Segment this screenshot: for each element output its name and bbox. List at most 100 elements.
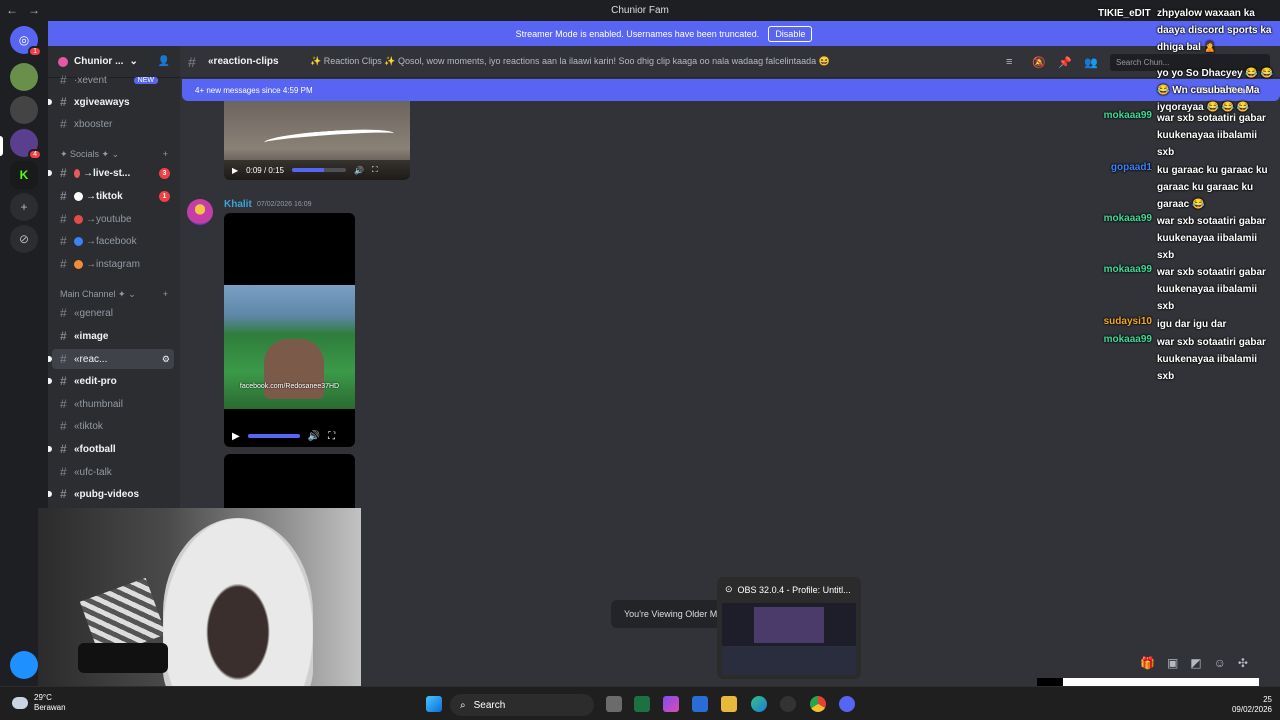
hash-icon: # — [188, 53, 196, 70]
channel-football[interactable]: # «football — [48, 439, 174, 459]
channel-label: «general — [74, 307, 113, 319]
mute-bell-icon[interactable]: 🔕 — [1032, 56, 1046, 69]
video-attachment[interactable] — [224, 454, 355, 514]
channel-topic[interactable]: ✨ Reaction Clips ✨ Qosol, wow moments, i… — [310, 56, 1010, 67]
hash-icon: # — [60, 212, 67, 226]
channel-ufc-talk[interactable]: # «ufc-talk — [52, 462, 174, 482]
obs-icon[interactable] — [780, 696, 796, 712]
explore-icon[interactable]: ⊘ — [10, 225, 38, 253]
channel-live-stream[interactable]: # →live-st... 3 — [48, 163, 174, 183]
disable-button[interactable]: Disable — [768, 25, 813, 42]
play-icon[interactable]: ▶ — [232, 166, 238, 175]
windows-start-icon[interactable] — [426, 696, 442, 712]
preview-scene — [754, 607, 824, 643]
add-member-icon[interactable]: 👤 — [158, 56, 170, 67]
channel-youtube[interactable]: # →youtube — [52, 209, 174, 229]
channel-instagram[interactable]: # →instagram — [52, 254, 174, 274]
channel-booster[interactable]: # xbooster — [52, 114, 174, 134]
add-server-icon[interactable]: + — [10, 193, 38, 221]
category-label: Main Channel ✦ — [60, 289, 126, 299]
file-explorer-icon[interactable] — [721, 696, 737, 712]
fullscreen-icon[interactable]: ⛶ — [328, 431, 335, 442]
add-channel-icon[interactable]: + — [163, 149, 168, 159]
apps-icon[interactable]: ✣ — [1238, 656, 1248, 670]
volume-icon[interactable]: 🔊 — [308, 431, 320, 442]
channel-giveaways[interactable]: # xgiveaways — [48, 92, 174, 112]
channel-facebook[interactable]: # →facebook — [52, 231, 174, 251]
mention-count: 1 — [159, 190, 170, 202]
video-attachment[interactable]: facebook.com/Redosanee37HD ▶ 🔊 ⛶ — [224, 213, 355, 447]
chat-message: war sxb sotaatiri gabar kuukenayaa iibal… — [1157, 337, 1266, 382]
hash-icon: # — [60, 257, 67, 271]
channel-thumbnail[interactable]: # «thumbnail — [52, 394, 174, 414]
chat-line: sudaysi10 igu dar igu dar — [1095, 316, 1280, 333]
weather-widget[interactable]: 29°C Berawan — [12, 693, 66, 713]
channel-tiktok[interactable]: # «tiktok — [52, 416, 174, 436]
channel-tiktok-social[interactable]: # →tiktok 1 — [52, 186, 174, 206]
circle-icon — [74, 191, 83, 201]
m365-icon[interactable] — [663, 696, 679, 712]
older-messages-toast[interactable]: You're Viewing Older M — [611, 600, 721, 628]
kick-server-icon[interactable]: K — [10, 161, 38, 189]
streamer-figure — [163, 518, 313, 690]
taskbar-search[interactable]: ⌕ Search — [450, 694, 594, 716]
volume-icon[interactable]: 🔊 — [354, 166, 364, 175]
server-name: Chunior ... — [74, 56, 124, 67]
unread-dot — [48, 491, 52, 497]
video-time: 0:09 / 0:15 — [246, 165, 284, 175]
edge-icon[interactable] — [751, 696, 767, 712]
avatar[interactable] — [187, 199, 213, 225]
chrome-icon[interactable] — [810, 696, 826, 712]
add-channel-icon[interactable]: + — [163, 289, 168, 299]
channel-pubg-videos[interactable]: # «pubg-videos — [48, 484, 174, 504]
channel-label: «pubg-videos — [74, 488, 140, 500]
hash-icon: # — [60, 397, 67, 411]
system-clock[interactable]: 25 09/02/2026 — [1232, 695, 1272, 715]
excel-icon[interactable] — [634, 696, 650, 712]
server-icon[interactable] — [10, 96, 38, 124]
chevron-down-icon: ⌄ — [129, 56, 138, 67]
hash-icon: # — [60, 465, 67, 479]
hash-icon: # — [60, 95, 67, 109]
video-progress-bar[interactable] — [291, 168, 346, 172]
sticker-icon[interactable]: ◩ — [1190, 656, 1201, 670]
task-view-icon[interactable] — [606, 696, 622, 712]
channel-label: «image — [74, 330, 109, 342]
hash-icon: # — [60, 352, 67, 366]
chat-username — [1095, 65, 1157, 116]
pin-icon[interactable]: 📌 — [1058, 56, 1072, 69]
message-author[interactable]: Khalit — [224, 199, 252, 210]
threads-icon[interactable]: ≡ — [1006, 56, 1018, 68]
video-attachment[interactable]: ▶ 0:09 / 0:15 🔊 ⛶ — [224, 101, 410, 180]
discord-icon[interactable] — [839, 696, 855, 712]
search-label: Search — [473, 699, 506, 711]
server-icon[interactable] — [10, 63, 38, 91]
user-avatar[interactable] — [10, 651, 38, 679]
chat-line: yo yo So Dhacyey 😂 😂 😂 Wn cusubahee Ma i… — [1095, 65, 1280, 116]
chat-username: mokaaa99 — [1103, 264, 1152, 275]
fullscreen-icon[interactable]: ⛶ — [372, 165, 378, 175]
store-icon[interactable] — [692, 696, 708, 712]
category-main[interactable]: Main Channel ✦ ⌄ + — [60, 289, 168, 300]
banner-text: Streamer Mode is enabled. Usernames have… — [515, 28, 760, 39]
microphone — [78, 643, 168, 673]
settings-gear-icon[interactable]: ⚙ — [162, 354, 170, 365]
server-icon[interactable]: 4 — [10, 129, 42, 160]
channel-edit-pro[interactable]: # «edit-pro — [48, 371, 174, 391]
gif-icon[interactable]: ▣ — [1167, 656, 1178, 670]
channel-reaction-clips[interactable]: # «reac... ⚙ — [48, 349, 174, 369]
gift-icon[interactable]: 🎁 — [1140, 656, 1155, 670]
channel-xevent[interactable]: # ·xevent NEW — [52, 70, 174, 90]
volume-slider[interactable] — [247, 434, 300, 438]
category-socials[interactable]: ✦ Socials ✦ ⌄ + — [60, 149, 168, 160]
emoji-icon[interactable]: ☺ — [1214, 656, 1226, 670]
preview-title-row: ⊙ OBS 32.0.4 - Profile: Untitl... — [725, 584, 851, 595]
play-icon[interactable]: ▶ — [232, 431, 240, 442]
chat-line: gopaad1 ku garaac ku garaac ku garaac ku … — [1095, 162, 1280, 213]
channel-image[interactable]: # «image — [52, 326, 174, 346]
taskbar-preview[interactable]: ⊙ OBS 32.0.4 - Profile: Untitl... — [717, 577, 861, 679]
hash-icon: # — [60, 374, 67, 388]
discord-home-icon[interactable]: ◎ 1 — [10, 26, 42, 57]
chat-message: war sxb sotaatiri gabar kuukenayaa iibal… — [1157, 216, 1266, 261]
channel-general[interactable]: # «general — [52, 303, 174, 323]
